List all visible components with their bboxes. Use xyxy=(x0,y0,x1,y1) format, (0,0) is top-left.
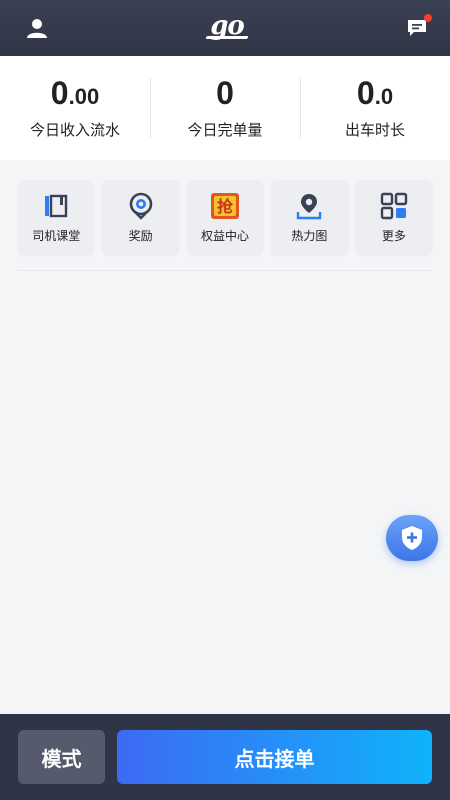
reward-icon xyxy=(126,191,156,221)
tile-driver-class[interactable]: 司机课堂 xyxy=(18,180,95,254)
tile-heatmap-label: 热力图 xyxy=(291,228,328,243)
stat-orders-label: 今日完单量 xyxy=(187,120,263,139)
bottom-bar: 模式 点击接单 xyxy=(0,714,450,800)
stat-income[interactable]: 0.00 今日收入流水 xyxy=(0,72,150,144)
tile-rewards[interactable]: 奖励 xyxy=(102,180,179,254)
user-icon xyxy=(27,19,47,38)
messages-button[interactable] xyxy=(404,14,432,41)
grid-icon xyxy=(379,191,409,221)
tile-more[interactable]: 更多 xyxy=(355,180,433,254)
quick-actions: 司机课堂 奖励 抢 权益中心 热力图 更多 xyxy=(18,180,433,254)
mode-button[interactable]: 模式 xyxy=(18,730,105,784)
tile-driver-class-label: 司机课堂 xyxy=(32,228,81,243)
app-logo: go xyxy=(205,11,249,41)
tile-heatmap[interactable]: 热力图 xyxy=(271,180,348,254)
tile-benefits-center-label: 权益中心 xyxy=(201,228,250,243)
shield-plus-icon xyxy=(402,526,422,550)
svg-text:抢: 抢 xyxy=(217,197,234,216)
stat-orders[interactable]: 0 今日完单量 xyxy=(150,72,300,144)
safety-shield-button[interactable] xyxy=(386,515,438,561)
accept-orders-button[interactable]: 点击接单 xyxy=(117,730,432,784)
tile-benefits-center[interactable]: 抢 权益中心 xyxy=(186,180,264,254)
stat-online-time-label: 出车时长 xyxy=(344,120,405,139)
unread-badge xyxy=(424,14,432,22)
top-bar: go xyxy=(0,0,450,56)
tile-more-label: 更多 xyxy=(381,228,406,243)
profile-button[interactable] xyxy=(24,15,50,41)
stat-online-time[interactable]: 0.0 出车时长 xyxy=(300,72,450,144)
section-divider xyxy=(18,270,432,271)
map-pin-icon xyxy=(294,191,324,221)
book-icon xyxy=(41,191,71,221)
grab-icon: 抢 xyxy=(210,191,240,221)
stat-income-label: 今日收入流水 xyxy=(29,120,120,139)
tile-rewards-label: 奖励 xyxy=(128,228,153,243)
stat-online-time-value: 0.0 xyxy=(356,74,394,111)
stat-income-value: 0.00 xyxy=(50,74,100,111)
stat-orders-value: 0 xyxy=(216,74,234,111)
today-stats: 0.00 今日收入流水 0 今日完单量 0.0 出车时长 xyxy=(0,56,450,160)
